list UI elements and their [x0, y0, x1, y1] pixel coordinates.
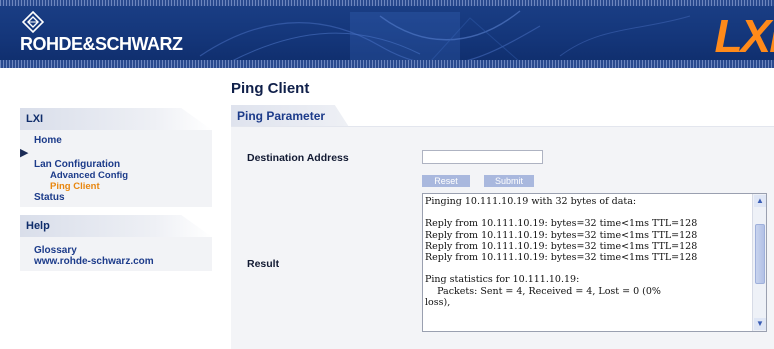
- destination-address-input[interactable]: [422, 150, 543, 164]
- ping-parameter-header: Ping Parameter: [231, 105, 774, 127]
- scroll-up-arrow-icon[interactable]: ▲: [754, 195, 766, 207]
- sidebar-lxi-list: Home ▶ Lan Configuration Advanced Config …: [20, 130, 212, 207]
- header-banner: ROHDE&SCHWARZ LXI: [0, 0, 774, 68]
- sidebar-section-lxi: LXI: [20, 108, 212, 130]
- sidebar-section-help: Help: [20, 215, 212, 237]
- sidebar-item-website-link[interactable]: www.rohde-schwarz.com: [20, 256, 212, 267]
- result-label: Result: [247, 258, 280, 270]
- result-output-text: Pinging 10.111.10.19 with 32 bytes of da…: [425, 196, 698, 308]
- sidebar-gap: [20, 207, 212, 215]
- result-scrollbar[interactable]: ▲ ▼: [752, 194, 766, 331]
- destination-address-label: Destination Address: [247, 152, 349, 164]
- sidebar-item-lan-configuration[interactable]: Lan Configuration: [20, 159, 212, 170]
- tab-ping-parameter: Ping Parameter: [231, 105, 349, 127]
- submit-button[interactable]: Submit: [484, 175, 534, 187]
- page-title: Ping Client: [231, 80, 310, 97]
- expand-arrow-icon: ▶: [20, 147, 29, 159]
- sidebar-item-glossary[interactable]: Glossary: [20, 245, 212, 256]
- brand-logo-text: ROHDE&SCHWARZ: [20, 34, 183, 54]
- lxi-logo: LXI: [714, 10, 774, 62]
- sidebar: LXI Home ▶ Lan Configuration Advanced Con…: [20, 108, 212, 271]
- sidebar-item-status[interactable]: Status: [20, 192, 212, 203]
- scroll-down-arrow-icon[interactable]: ▼: [754, 318, 766, 330]
- result-textarea[interactable]: Pinging 10.111.10.19 with 32 bytes of da…: [422, 193, 767, 332]
- banner-bottom-stripe: [0, 60, 774, 68]
- sidebar-help-list: Glossary www.rohde-schwarz.com: [20, 237, 212, 271]
- sidebar-item-ping-client[interactable]: Ping Client: [20, 181, 212, 192]
- scroll-thumb[interactable]: [755, 224, 765, 284]
- sidebar-item-home[interactable]: Home: [20, 135, 212, 146]
- rohde-schwarz-diamond-icon: [22, 11, 44, 33]
- reset-button[interactable]: Reset: [422, 175, 470, 187]
- sidebar-item-advanced-config[interactable]: Advanced Config: [20, 170, 212, 181]
